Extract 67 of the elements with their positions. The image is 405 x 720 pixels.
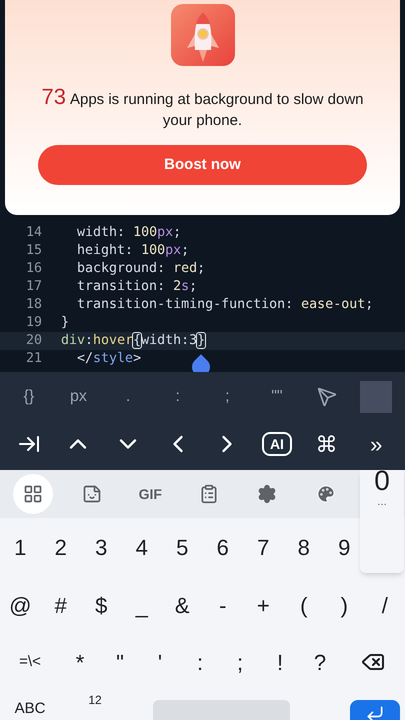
boost-button[interactable]: Boost now [38, 145, 367, 185]
toolbar-key[interactable]: "" [252, 372, 302, 422]
keyboard-key[interactable]: 3 [81, 518, 122, 576]
enter-key[interactable] [350, 700, 400, 720]
code-line: height: 100px; [76, 242, 190, 260]
keyboard-key[interactable]: ; [220, 634, 260, 690]
toolbar-key[interactable]: » [351, 422, 401, 466]
keyboard-key[interactable]: 4 [122, 518, 162, 576]
code-line: transition-timing-function: ease-out; [76, 296, 374, 314]
toolbar-key[interactable]: ; [202, 372, 252, 422]
line-number: 18 [24, 296, 42, 314]
code-line: div:hover{width:3} [61, 332, 206, 350]
code-line: </style> [76, 350, 142, 368]
keyboard-key[interactable]: " [100, 634, 140, 690]
toolbar-key[interactable]: {} [4, 372, 54, 422]
keyboard-key[interactable]: ( [284, 576, 324, 634]
keyboard-key[interactable]: * [60, 634, 100, 690]
keyboard-key[interactable]: ? [300, 634, 340, 690]
line-number: 16 [24, 260, 42, 278]
keyboard-key[interactable]: 8 [284, 518, 324, 576]
code-line: transition: 2s; [76, 278, 198, 296]
keyboard-key[interactable]: : [180, 634, 220, 690]
line-number: 21 [24, 350, 42, 368]
toolbar-key[interactable]: px [54, 372, 104, 422]
keyboard-key[interactable]: # [40, 576, 81, 634]
more-dots: … [377, 496, 387, 510]
toolbar-key[interactable]: . [103, 372, 153, 422]
rocket-icon [170, 4, 234, 66]
keyboard-key[interactable]: ) [324, 576, 364, 634]
keyboard-key[interactable]: ! [260, 634, 300, 690]
keyboard-key[interactable]: $ [81, 576, 122, 634]
keyboard-key[interactable]: - [202, 576, 243, 634]
line-number: 15 [24, 242, 42, 260]
keyboard-key[interactable]: @ [0, 576, 40, 634]
enter-icon [365, 704, 385, 720]
keyboard-key[interactable]: / [364, 576, 405, 634]
line-number: 20 [24, 332, 42, 350]
code-line: } [61, 314, 70, 332]
toolbar-key[interactable]: ⌘ [302, 422, 352, 466]
palette-icon [316, 484, 336, 504]
keyboard-key[interactable]: 5 [162, 518, 202, 576]
paper-plane-icon [316, 387, 337, 407]
clipboard-icon [198, 484, 219, 504]
popup-key: 0 [374, 467, 390, 495]
keyboard-key[interactable]: 1 [0, 518, 40, 576]
keyboard-key[interactable]: 7 [243, 518, 284, 576]
code-line: background: red; [76, 260, 206, 278]
keyboard-key[interactable]: + [243, 576, 284, 634]
toolbar-key[interactable]: : [152, 372, 202, 422]
grid-icon [23, 484, 44, 504]
keyboard-key[interactable]: 12 [60, 694, 130, 706]
keyboard-key[interactable]: _ [122, 576, 162, 634]
line-number: 19 [24, 314, 42, 332]
line-number: 14 [24, 224, 42, 242]
sticker-icon [82, 484, 102, 504]
line-number: 17 [24, 278, 42, 296]
keyboard-key[interactable]: ABC [0, 700, 60, 718]
keyboard-key[interactable]: 9 [324, 518, 364, 576]
code-line: width: 100px; [76, 224, 182, 242]
dialog-message: 73 Apps is running at background to slow down your phone. [40, 86, 364, 131]
keyboard-key[interactable]: 2 [40, 518, 81, 576]
keyboard-key[interactable]: =\< [0, 634, 60, 690]
keyboard-key[interactable]: 6 [202, 518, 243, 576]
keyboard-key[interactable]: ' [140, 634, 180, 690]
keyboard-key[interactable]: & [162, 576, 202, 634]
gif-button[interactable]: GIF [130, 474, 170, 514]
ai-button[interactable]: AI [262, 432, 292, 456]
